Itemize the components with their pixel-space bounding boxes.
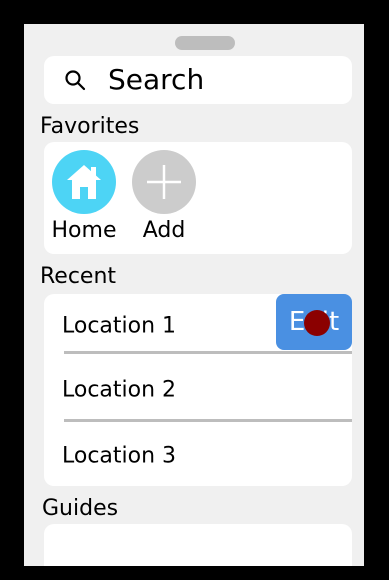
favorites-card: Home Add xyxy=(44,142,352,254)
touch-indicator xyxy=(304,310,330,336)
list-item-label: Location 3 xyxy=(62,443,177,469)
recent-card: Location 1 Edit Location 2 Location 3 xyxy=(44,294,352,486)
drag-handle[interactable] xyxy=(175,36,235,50)
add-icon-circle xyxy=(132,150,196,214)
guides-heading: Guides xyxy=(42,496,119,521)
favorite-label: Add xyxy=(142,218,186,243)
favorite-add[interactable]: Add xyxy=(124,150,204,242)
favorite-label: Home xyxy=(51,218,117,243)
search-placeholder: Search xyxy=(108,63,205,96)
search-icon xyxy=(65,70,86,91)
list-item-location-1[interactable]: Location 1 Edit xyxy=(44,294,352,358)
plus-icon xyxy=(147,165,181,199)
search-bar[interactable]: Search xyxy=(44,56,352,104)
list-item-location-2[interactable]: Location 2 xyxy=(44,358,352,422)
guides-card[interactable] xyxy=(44,524,352,566)
divider xyxy=(64,419,352,422)
list-item-label: Location 1 xyxy=(62,313,177,339)
home-icon-circle xyxy=(52,150,116,214)
recent-heading: Recent xyxy=(40,264,117,289)
list-item-location-3[interactable]: Location 3 xyxy=(44,424,352,488)
phone-screen: Search Favorites Home Add Recent Locatio… xyxy=(24,24,364,566)
home-icon xyxy=(67,165,101,199)
divider xyxy=(64,351,352,354)
list-item-label: Location 2 xyxy=(62,377,177,403)
favorites-heading: Favorites xyxy=(40,114,140,139)
favorite-home[interactable]: Home xyxy=(44,150,124,242)
